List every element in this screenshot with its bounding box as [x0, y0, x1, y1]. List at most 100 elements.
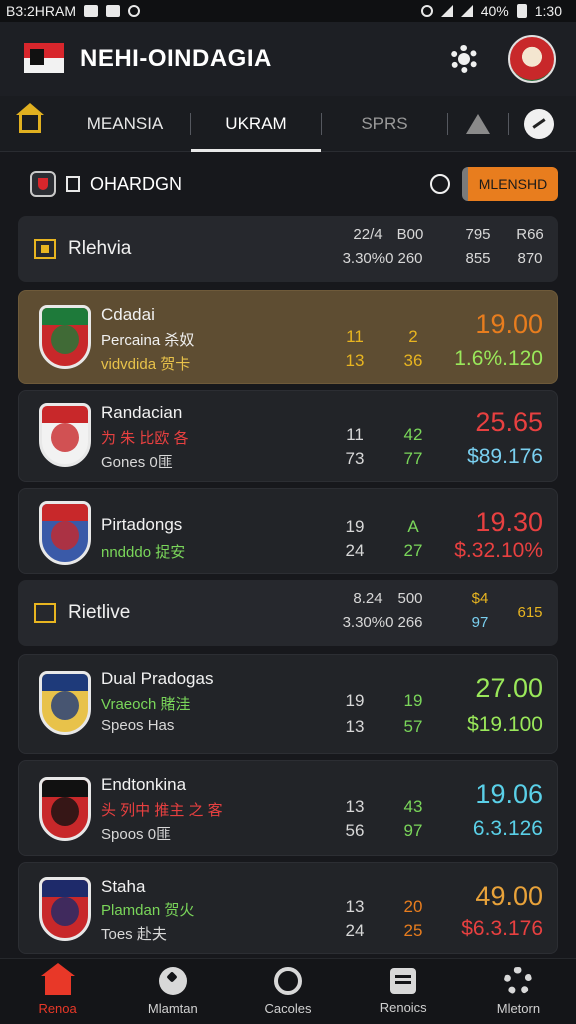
- menu-icon: [66, 176, 80, 192]
- section-header: OHARDGN MLENSHD: [0, 152, 576, 216]
- group-header-row[interactable]: Rlehvia 22/4 3.30%0 B00 260 795 855 R66 …: [18, 216, 558, 282]
- stat-value: 77: [403, 449, 423, 468]
- stat-value: 19: [345, 517, 365, 536]
- odds-value: 19.06: [475, 779, 543, 809]
- team-name: Randacian: [101, 403, 183, 422]
- match-card[interactable]: Cdadai Percaina 杀奴 vidvdida 贺卡 11 13 2 36 19.00…: [18, 290, 558, 384]
- stat-value: 11: [346, 425, 364, 444]
- nav-label: Mlamtan: [147, 1001, 198, 1016]
- stat-value: 2: [408, 327, 418, 346]
- avatar[interactable]: [508, 35, 556, 83]
- stat-value: 13: [345, 351, 365, 370]
- group-col: B00: [396, 226, 424, 243]
- stat-value: 24: [345, 541, 365, 560]
- stat-value: 19: [403, 691, 423, 710]
- signal-icon: [460, 5, 473, 17]
- odds-sub-value: $89.176: [467, 445, 543, 468]
- group-col: 855: [465, 250, 491, 267]
- nav-label: Renoics: [379, 1000, 427, 1015]
- nav-circles[interactable]: Cacoles: [230, 959, 345, 1024]
- odds-value: 27.00: [475, 673, 543, 703]
- radio-toggle[interactable]: [430, 174, 450, 194]
- stat-value: 13: [345, 717, 365, 736]
- settings-gear-icon[interactable]: [450, 45, 478, 73]
- nav-more[interactable]: Mletorn: [461, 959, 576, 1024]
- team-crest-icon: [39, 501, 91, 565]
- notification-icon-2: [106, 5, 121, 17]
- odds-value: 49.00: [475, 881, 543, 911]
- wifi-icon: [440, 5, 453, 17]
- team-subtitle: nndddo 捉安: [101, 544, 186, 561]
- tab-1[interactable]: MEANSIA: [60, 96, 190, 152]
- league-shield-icon: [30, 171, 56, 197]
- team-detail: Speos Has: [101, 717, 175, 734]
- stat-value: 73: [345, 449, 365, 468]
- odds-sub-value: 6.3.126: [472, 817, 543, 840]
- app-title: NEHI-OINDAGIA: [80, 45, 272, 72]
- checkbox-icon[interactable]: [34, 603, 56, 623]
- tab-bar: MEANSIA UKRAM SPRS: [0, 96, 576, 152]
- group-col: 266: [397, 614, 423, 631]
- team-name: Staha: [101, 877, 146, 896]
- group-col: 500: [397, 590, 423, 607]
- match-card[interactable]: Pirtadongs nndddo 捉安 19 24 A 27 19.30 $.32.10%: [18, 488, 558, 574]
- nav-home[interactable]: Renoa: [0, 959, 115, 1024]
- odds-value: 19.00: [475, 309, 543, 339]
- group-col: 260: [397, 250, 423, 267]
- nav-matches[interactable]: Mlamtan: [115, 959, 230, 1024]
- odds-value: 25.65: [475, 407, 543, 437]
- stat-value: 25: [403, 921, 423, 940]
- match-card[interactable]: Randacian 为 朱 比欧 各 Gones 0匪 11 73 42 77 25.65 $8…: [18, 390, 558, 482]
- stat-value: 42: [403, 425, 423, 444]
- odds-sub-value: $6.3.176: [461, 917, 543, 940]
- tab-2-active[interactable]: UKRAM: [191, 96, 321, 152]
- team-crest-icon: [39, 305, 91, 369]
- team-crest-icon: [39, 403, 91, 467]
- section-action-button[interactable]: MLENSHD: [462, 167, 558, 201]
- stat-value: 19: [345, 691, 365, 710]
- notification-icon-3: [128, 5, 141, 17]
- match-card[interactable]: Endtonkina 头 列中 推主 之 客 Spoos 0匪 13 56 43 97 19.…: [18, 760, 558, 856]
- stat-value: 11: [346, 327, 364, 346]
- bottom-nav: Renoa Mlamtan Cacoles Renoics Mletorn: [0, 958, 576, 1024]
- team-subtitle: 为 朱 比欧 各: [101, 430, 189, 447]
- stat-value: 24: [345, 921, 365, 940]
- stat-value: A: [407, 517, 419, 536]
- status-time: 1:30: [534, 3, 562, 19]
- stat-value: 27: [403, 541, 423, 560]
- gear-icon: [504, 967, 533, 995]
- stat-value: 13: [345, 797, 365, 816]
- team-crest-icon: [39, 877, 91, 941]
- tab-triangle[interactable]: [448, 113, 508, 134]
- tab-3[interactable]: SPRS: [322, 96, 447, 152]
- team-name: Cdadai: [101, 305, 155, 324]
- flag-logo-icon: [24, 43, 64, 75]
- battery-icon: [516, 4, 527, 18]
- match-card[interactable]: Staha Plamdan 贺火 Toes 赴夫 13 24 20 25 49.00 $6.3.…: [18, 862, 558, 954]
- notification-icon: [84, 5, 99, 17]
- stat-value: 97: [403, 821, 423, 840]
- odds-value: 19.30: [475, 507, 543, 537]
- group-col: 870: [517, 250, 543, 267]
- stat-value: 36: [403, 351, 423, 370]
- tab-circle[interactable]: [509, 108, 569, 139]
- stat-value: 57: [403, 717, 423, 736]
- team-crest-icon: [39, 777, 91, 841]
- stat-value: 20: [403, 897, 423, 916]
- folder-icon: [34, 239, 56, 259]
- odds-sub-value: $.32.10%: [454, 539, 543, 562]
- odds-sub-value: 1.6%.120: [454, 347, 543, 370]
- home-icon: [40, 963, 75, 995]
- team-detail: Gones 0匪: [101, 454, 173, 471]
- team-crest-icon: [39, 671, 91, 735]
- alarm-icon: [420, 5, 433, 17]
- status-bar: B3:2HRAM 40% 1:30: [0, 0, 576, 22]
- edit-circle-icon: [524, 108, 554, 139]
- group-header-row[interactable]: Rietlive 8.24 3.30%0 500 266 $4 97 615: [18, 580, 558, 646]
- group-col: 795: [465, 226, 491, 243]
- tab-home[interactable]: [0, 102, 60, 133]
- match-card[interactable]: Dual Pradogas Vraeoch 賭洼 Speos Has 19 13 19 57…: [18, 654, 558, 754]
- nav-results[interactable]: Renoics: [346, 959, 461, 1024]
- odds-sub-value: $19.100: [467, 713, 543, 736]
- team-name: Dual Pradogas: [101, 669, 214, 688]
